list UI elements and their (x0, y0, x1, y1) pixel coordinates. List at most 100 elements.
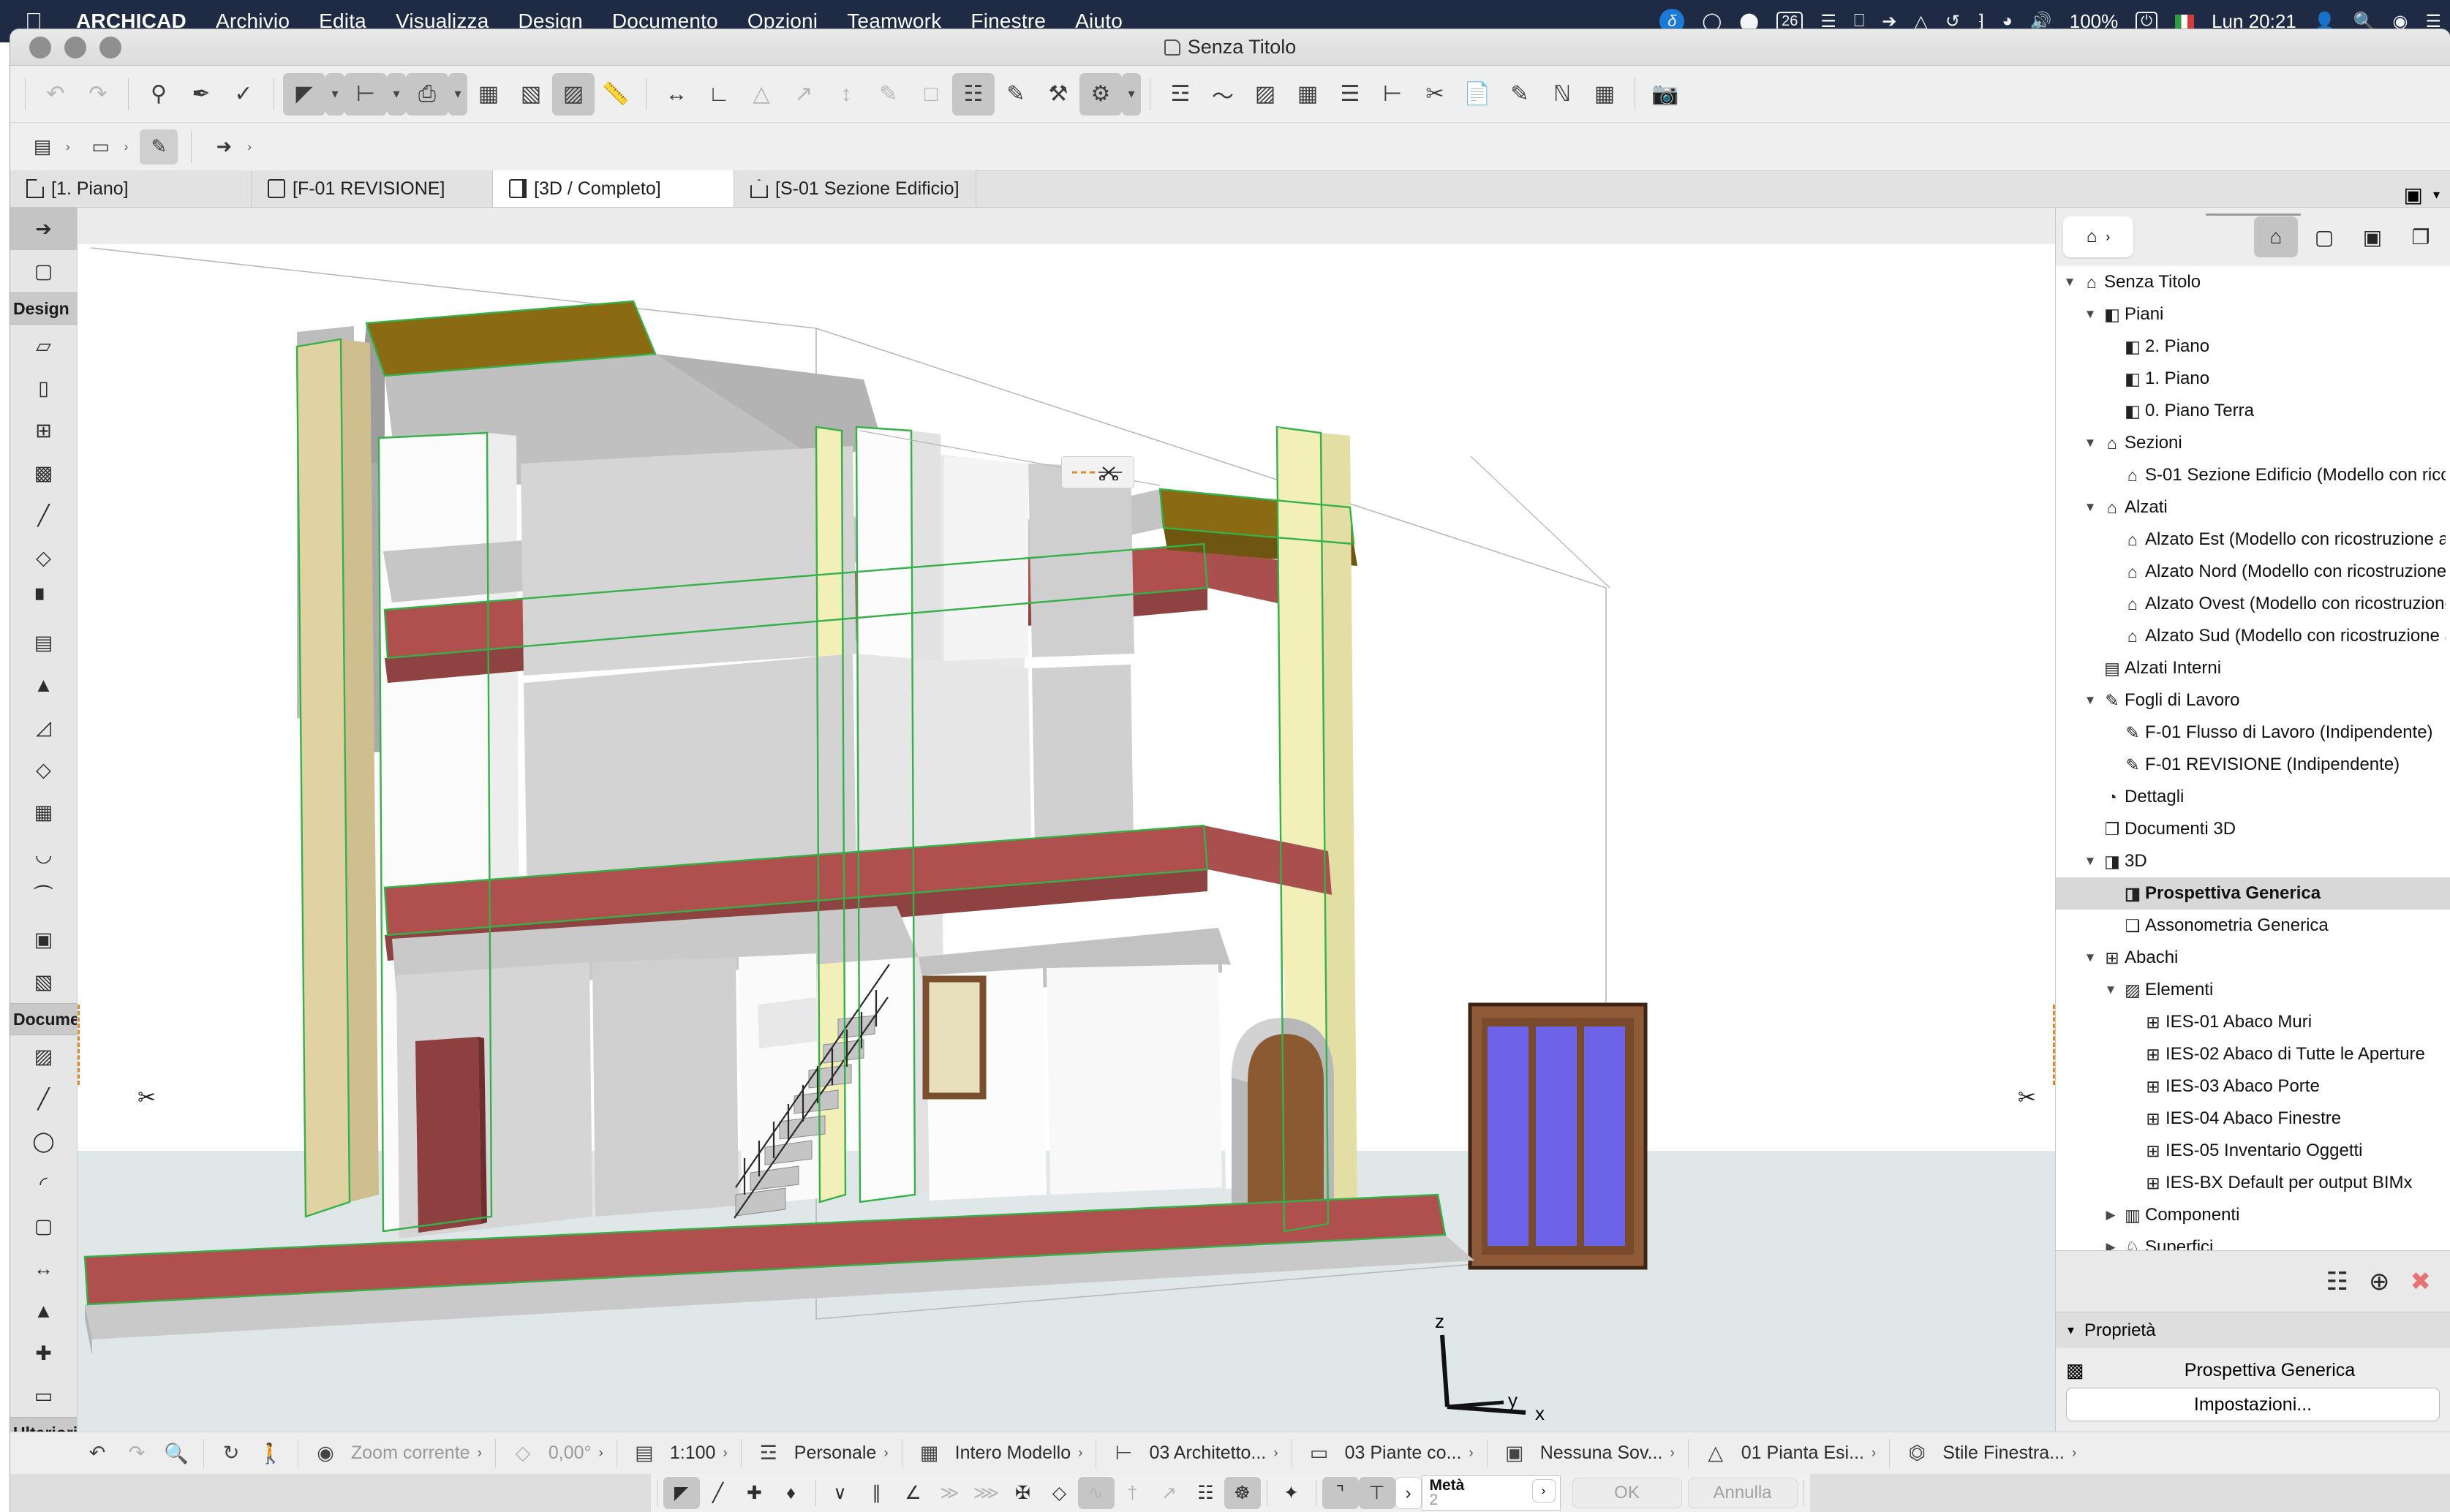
xy-coordinates-icon[interactable]: ⎙ (406, 72, 448, 116)
tool-door[interactable]: ▯ (10, 367, 77, 409)
layer-combination-selector[interactable]: Personale › (788, 1443, 894, 1464)
cut-handle-right[interactable] (2045, 1005, 2055, 1085)
layer-combination-icon[interactable]: ☲ (749, 1442, 788, 1464)
renovation-filter-icon[interactable]: △ (1696, 1442, 1735, 1464)
tool-curtain-wall[interactable]: ▦ (10, 791, 77, 834)
graphic-override-selector[interactable]: Nessuna Sov... › (1534, 1443, 1681, 1464)
twisty-collapsed-icon[interactable]: ▶ (2101, 1208, 2120, 1222)
tool-group-ulteriori[interactable]: Ulteriori (10, 1417, 77, 1432)
display-icon[interactable]: ⎕ (1854, 11, 1864, 31)
tree-item[interactable]: ▼ ⌂ Alzati (2056, 491, 2450, 523)
delete-icon[interactable]: ✖ (2411, 1267, 2432, 1296)
surfaces-icon[interactable]: ✂ (1414, 73, 1456, 116)
offset-icon[interactable]: ≫ (932, 1477, 968, 1509)
navigator-tab-view-map[interactable]: ▢ (2302, 216, 2346, 257)
model-view-options-icon[interactable]: ▭ (1300, 1442, 1339, 1464)
tree-item[interactable]: ▼ ▨ Elementi (2056, 974, 2450, 1006)
tool-spline[interactable]: ◜ (10, 1163, 77, 1205)
tree-item[interactable]: ⊞ IES-01 Abaco Muri (2056, 1006, 2450, 1038)
magic-wand-2-icon[interactable]: ✦ (1273, 1477, 1310, 1509)
group-icon[interactable]: ☷ (1188, 1477, 1224, 1509)
tab-s01-sezione-edificio[interactable]: [S-01 Sezione Edificio] (734, 170, 976, 207)
dimension-style-selector[interactable]: Stile Finestra... › (1937, 1443, 2082, 1464)
angle-bisector-icon[interactable]: ∨ (822, 1477, 859, 1509)
tree-item[interactable]: ▤ Alzati Interni (2056, 652, 2450, 684)
orbit-icon[interactable]: ↻ (211, 1442, 251, 1464)
zoom-out-icon[interactable]: ↶ (78, 1442, 117, 1464)
tool-marquee[interactable]: ▢ (10, 250, 77, 292)
tool-morph[interactable]: ◇ (10, 749, 77, 791)
tool-dimension[interactable]: ↔ (10, 1247, 77, 1290)
snap-line-icon[interactable]: ↗ (1151, 1477, 1188, 1509)
tree-item[interactable]: ⊞ IES-BX Default per output BIMx (2056, 1167, 2450, 1199)
tool-column[interactable]: ▩ (10, 452, 77, 494)
tool-mesh[interactable]: ◡ (10, 834, 77, 876)
twisty-collapsed-icon[interactable]: ▶ (2101, 1240, 2120, 1250)
intersect-icon[interactable]: ✠ (1005, 1477, 1041, 1509)
twisty-expanded-icon[interactable]: ▼ (2081, 693, 2100, 708)
navigator-tab-layout-book[interactable]: ▣ (2351, 216, 2394, 257)
elevation-dimension-icon[interactable]: ↕ (825, 73, 867, 116)
tool-lamp[interactable]: ▣ (10, 918, 77, 961)
tree-item[interactable]: ⌂ S-01 Sezione Edificio (Modello con rico… (2056, 459, 2450, 491)
tree-item[interactable]: ◧ 2. Piano (2056, 330, 2450, 363)
project-info-icon[interactable]: 📄 (1456, 73, 1499, 116)
label-icon[interactable]: □ (910, 73, 952, 116)
twisty-expanded-icon[interactable]: ▼ (2081, 436, 2100, 450)
multi-offset-icon[interactable]: ⋙ (968, 1477, 1005, 1509)
tree-item[interactable]: ⊞ IES-02 Abaco di Tutte le Aperture (2056, 1038, 2450, 1070)
tool-object[interactable]: ⏜ (10, 876, 77, 918)
angle-icon[interactable]: ∠ (895, 1477, 932, 1509)
grid-snap-icon[interactable]: ▦ (467, 73, 510, 116)
magic-wand-icon[interactable]: ◤ (663, 1477, 700, 1509)
tool-stair[interactable]: ▘ (10, 579, 77, 621)
quick-options-icon[interactable]: ▤ (23, 129, 61, 165)
model-view-selector[interactable]: 03 Piante co... › (1339, 1443, 1480, 1464)
renovation-filter-selector[interactable]: 01 Pianta Esi... › (1735, 1443, 1882, 1464)
text-style-icon[interactable]: ℕ (1541, 73, 1583, 116)
tree-item[interactable]: ▼ ⌂ Sezioni (2056, 427, 2450, 459)
chevron-down-icon[interactable]: ▾ (2433, 187, 2440, 203)
surface-paint-icon[interactable]: ⚙ (1079, 72, 1122, 116)
wifi-icon[interactable]: ◕ (2002, 11, 2013, 31)
chevron-down-icon[interactable]: ▾ (448, 72, 467, 116)
guide-drop-icon[interactable]: ♦ (773, 1477, 810, 1509)
tree-item[interactable]: ⌂ Alzato Nord (Modello con ricostruzione … (2056, 556, 2450, 588)
tab-1-piano[interactable]: [1. Piano] (10, 170, 252, 207)
snap-point-icon[interactable]: † (1115, 1477, 1151, 1509)
chevron-right-icon[interactable]: › (66, 140, 70, 154)
calendar-icon[interactable]: 26 (1776, 11, 1803, 31)
project-map-selector[interactable]: ⌂ › (2063, 216, 2133, 257)
tool-group-documentazione[interactable]: Documentazione (10, 1003, 77, 1035)
marquee-icon[interactable]: ▭ (82, 129, 120, 165)
tree-item[interactable]: ✎ F-01 Flusso di Lavoro (Indipendente) (2056, 717, 2450, 749)
undo-icon[interactable]: ↶ (34, 73, 77, 116)
cut-scissors-right-icon[interactable]: ✂ (2018, 1085, 2036, 1111)
level-dimension-icon[interactable]: △ (740, 73, 783, 116)
orientation-icon[interactable]: ◇ (503, 1442, 543, 1464)
tree-item[interactable]: ◔ Dettagli (2056, 781, 2450, 813)
tool-fill[interactable]: ▨ (10, 1035, 77, 1078)
tool-circle[interactable]: ◯ (10, 1120, 77, 1163)
model-view-icon[interactable]: ▦ (1583, 73, 1626, 116)
paint-icon[interactable]: ⚒ (1037, 73, 1079, 116)
3d-cutaway-icon[interactable]: ▨ (552, 72, 595, 116)
cut-scissors-left-icon[interactable]: ✂ (137, 1085, 156, 1111)
explore-icon[interactable]: 🚶 (251, 1442, 290, 1465)
tab-3d-completo[interactable]: [3D / Completo] (493, 170, 734, 207)
tree-item[interactable]: ▼ ✎ Fogli di Lavoro (2056, 684, 2450, 717)
profiles-icon[interactable]: ⊢ (1371, 73, 1414, 116)
tool-level-dimension[interactable]: ▲ (10, 1290, 77, 1332)
tree-item[interactable]: ❑ Assonometria Generica (2056, 910, 2450, 942)
text-icon[interactable]: ✎ (867, 73, 910, 116)
grid-display-icon[interactable]: ▧ (510, 73, 552, 116)
special-snap-icon[interactable]: ∿ (1077, 1477, 1115, 1509)
tree-item[interactable]: ▼ ⌂ Senza Titolo (2056, 266, 2450, 298)
tree-item[interactable]: ⊞ IES-05 Inventario Oggetti (2056, 1135, 2450, 1167)
twisty-expanded-icon[interactable]: ▼ (2101, 983, 2120, 997)
redo-icon[interactable]: ↷ (77, 73, 119, 116)
chevron-right-icon[interactable]: › (1531, 1479, 1556, 1502)
new-view-icon[interactable]: ⊕ (2369, 1267, 2390, 1296)
snap-guides-icon[interactable]: ⊢ (344, 72, 387, 116)
organizer-icon[interactable]: ▣ (2403, 183, 2422, 207)
